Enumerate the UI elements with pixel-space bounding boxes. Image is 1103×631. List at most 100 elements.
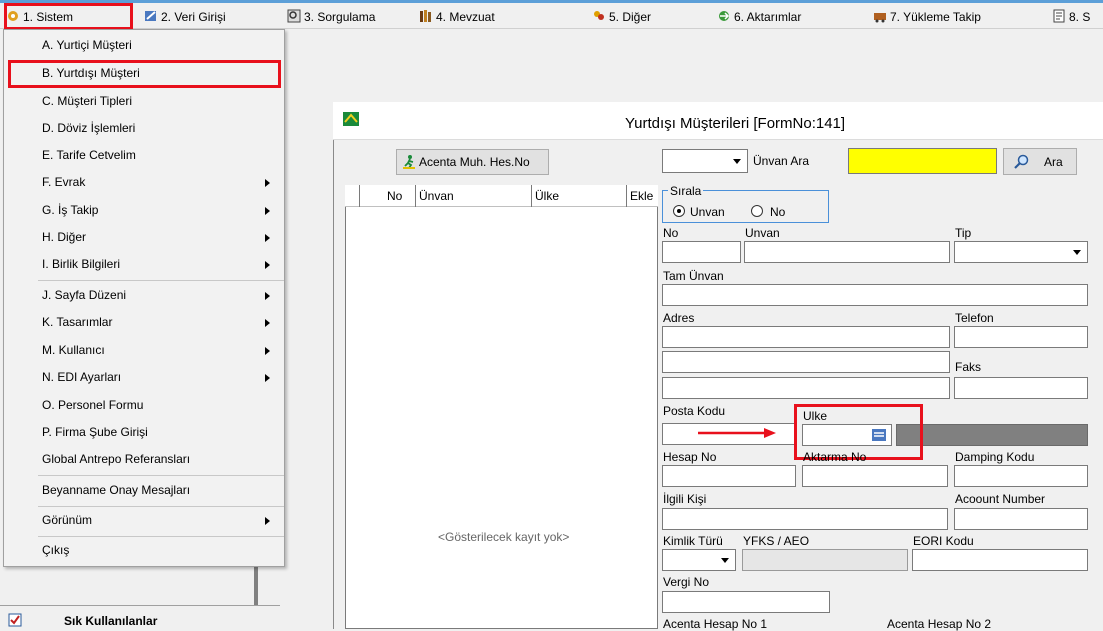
menu-separator xyxy=(38,280,284,281)
chevron-right-icon xyxy=(265,234,270,242)
telefon-field[interactable] xyxy=(954,326,1088,348)
chevron-right-icon xyxy=(265,517,270,525)
menu-item-firma-sube-girisi[interactable]: P. Firma Şube Girişi xyxy=(4,419,284,446)
ilgili-kisi-field[interactable] xyxy=(662,508,948,530)
form-title-bar: Yurtdışı Müşterileri [FormNo:141] xyxy=(333,102,1103,140)
label-account-number: Acoount Number xyxy=(955,492,1046,506)
menu-bar: 1. Sistem 2. Veri Girişi 3. Sorgulama 4.… xyxy=(0,0,1103,30)
menu-item-doviz-islemleri[interactable]: D. Döviz İşlemleri xyxy=(4,115,284,142)
menu-veri-girisi[interactable]: 2. Veri Girişi xyxy=(144,6,226,28)
kimlik-turu-combo[interactable] xyxy=(662,549,736,571)
menu-item-kullanici[interactable]: M. Kullanıcı xyxy=(4,337,284,364)
menu-item-diger[interactable]: H. Diğer xyxy=(4,224,284,251)
ulke-name-display xyxy=(896,424,1088,446)
label-damping-kodu: Damping Kodu xyxy=(955,450,1035,464)
query-icon xyxy=(287,9,301,23)
radio-no[interactable] xyxy=(751,205,763,217)
favorites-icon xyxy=(8,613,22,627)
tip-combo[interactable] xyxy=(954,241,1088,263)
menu-item-birlik-bilgileri[interactable]: I. Birlik Bilgileri xyxy=(4,251,284,278)
menu-diger[interactable]: 5. Diğer xyxy=(592,6,651,28)
running-man-icon xyxy=(403,155,415,169)
chevron-down-icon xyxy=(1073,250,1081,255)
menu-yukleme-takip[interactable]: 7. Yükleme Takip xyxy=(873,6,981,28)
grid-col-unvan[interactable]: Ünvan xyxy=(419,189,454,203)
transfer-icon xyxy=(719,11,730,21)
menu-item-tasarimlar[interactable]: K. Tasarımlar xyxy=(4,309,284,336)
customer-grid[interactable] xyxy=(345,185,658,629)
menu-item-yurtici-musteri[interactable]: A. Yurtiçi Müşteri xyxy=(4,32,284,59)
label-faks: Faks xyxy=(955,360,982,374)
favorites-label[interactable]: Sık Kullanılanlar xyxy=(64,614,157,628)
adres-field-2[interactable] xyxy=(662,351,950,373)
chevron-right-icon xyxy=(265,374,270,382)
label-posta-kodu: Posta Kodu xyxy=(663,404,726,418)
yfks-aeo-field[interactable] xyxy=(742,549,908,571)
menu-item-is-takip[interactable]: G. İş Takip xyxy=(4,197,284,224)
sistem-dropdown-menu: A. Yurtiçi Müşteri B. Yurtdışı Müşteri C… xyxy=(3,29,285,567)
chevron-down-icon xyxy=(733,159,741,164)
ara-button[interactable]: Ara xyxy=(1003,148,1077,175)
label-unvan: Unvan xyxy=(745,226,780,240)
vergi-no-field[interactable] xyxy=(662,591,830,613)
highlight-yurtdisi-musteri xyxy=(8,60,281,88)
unvan-ara-combo[interactable] xyxy=(662,149,748,173)
menu-sorgulama[interactable]: 3. Sorgulama xyxy=(287,6,375,28)
menu-item-beyanname-onay[interactable]: Beyanname Onay Mesajları xyxy=(4,477,284,504)
aktarma-no-field[interactable] xyxy=(802,465,948,487)
menu-item-gorunum[interactable]: Görünüm xyxy=(4,507,284,534)
label-hesap-no: Hesap No xyxy=(663,450,717,464)
loading-tracking-icon xyxy=(874,13,886,23)
unvan-field[interactable] xyxy=(744,241,950,263)
menu-mevzuat[interactable]: 4. Mevzuat xyxy=(419,6,495,28)
menu-aktarimlar[interactable]: 6. Aktarımlar xyxy=(717,6,801,28)
menu-item-musteri-tipleri[interactable]: C. Müşteri Tipleri xyxy=(4,88,284,115)
sirala-group-label: Sırala xyxy=(668,184,704,198)
acenta-muh-hes-no-button[interactable]: Acenta Muh. Hes.No xyxy=(396,149,549,175)
adres-field-3[interactable] xyxy=(662,377,950,399)
damping-kodu-field[interactable] xyxy=(954,465,1088,487)
menu-item-evrak[interactable]: F. Evrak xyxy=(4,169,284,196)
menu-item-global-antrepo[interactable]: Global Antrepo Referansları xyxy=(4,446,284,473)
chevron-right-icon xyxy=(265,207,270,215)
grid-empty-text: <Gösterilecek kayıt yok> xyxy=(438,530,570,544)
radio-no-label: No xyxy=(770,205,786,219)
no-field[interactable] xyxy=(662,241,741,263)
label-adres: Adres xyxy=(663,311,695,325)
radio-unvan[interactable] xyxy=(673,205,685,217)
adres-field-1[interactable] xyxy=(662,326,950,348)
grid-col-ekle[interactable]: Ekle xyxy=(630,189,653,203)
red-arrow-icon xyxy=(698,428,776,438)
label-yfks-aeo: YFKS / AEO xyxy=(743,534,810,548)
app-logo-icon xyxy=(343,112,359,126)
chevron-right-icon xyxy=(265,261,270,269)
faks-field[interactable] xyxy=(954,377,1088,399)
menu-item-tarife-cetvelim[interactable]: E. Tarife Cetvelim xyxy=(4,142,284,169)
grid-col-ulke[interactable]: Ülke xyxy=(535,189,559,203)
menu-item-sayfa-duzeni[interactable]: J. Sayfa Düzeni xyxy=(4,282,284,309)
data-entry-icon xyxy=(145,11,156,21)
menu-separator xyxy=(38,475,284,476)
search-icon xyxy=(1014,154,1029,169)
menu-item-edi-ayarlari[interactable]: N. EDI Ayarları xyxy=(4,364,284,391)
tam-unvan-field[interactable] xyxy=(662,284,1088,306)
grid-col-no[interactable]: No xyxy=(387,189,402,203)
hesap-no-field[interactable] xyxy=(662,465,796,487)
account-number-field[interactable] xyxy=(954,508,1088,530)
menu-item-8[interactable]: 8. S xyxy=(1052,6,1090,28)
label-tip: Tip xyxy=(955,226,972,240)
unvan-ara-label: Ünvan Ara xyxy=(753,154,810,168)
label-no: No xyxy=(663,226,679,240)
menu-item-personel-formu[interactable]: O. Personel Formu xyxy=(4,392,284,419)
label-kimlik-turu: Kimlik Türü xyxy=(663,534,723,548)
eori-kodu-field[interactable] xyxy=(912,549,1088,571)
unvan-search-input[interactable] xyxy=(848,148,997,174)
menu-item-cikis[interactable]: Çıkış xyxy=(4,537,284,564)
highlight-sistem xyxy=(4,3,133,30)
label-tam-unvan: Tam Ünvan xyxy=(663,269,724,283)
grid-header: No Ünvan Ülke Ekle xyxy=(345,185,658,207)
chevron-down-icon xyxy=(721,558,729,563)
label-telefon: Telefon xyxy=(955,311,994,325)
chevron-right-icon xyxy=(265,179,270,187)
chevron-right-icon xyxy=(265,292,270,300)
